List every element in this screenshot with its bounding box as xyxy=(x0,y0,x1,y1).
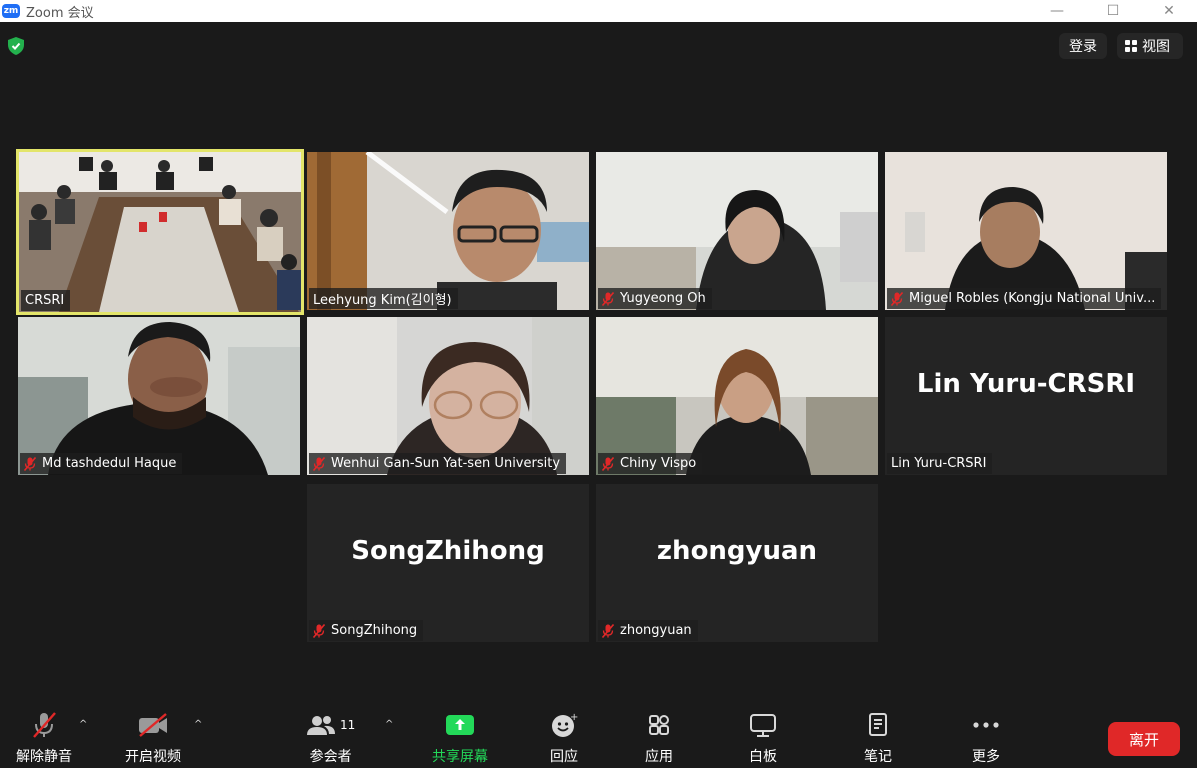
participant-display-name: Lin Yuru-CRSRI xyxy=(916,369,1136,399)
participant-name: Miguel Robles (Kongju National Univ... xyxy=(909,291,1156,306)
microphone-muted-icon xyxy=(33,712,56,738)
minimize-button[interactable]: — xyxy=(1029,0,1085,22)
maximize-button[interactable]: ☐ xyxy=(1085,0,1141,22)
security-shield-icon[interactable] xyxy=(8,37,24,55)
notes-label: 笔记 xyxy=(864,749,892,765)
video-camera-off-icon xyxy=(139,713,167,737)
video-options-caret[interactable]: ^ xyxy=(194,719,204,730)
share-screen-label: 共享屏幕 xyxy=(432,749,488,765)
share-screen-icon xyxy=(446,715,474,735)
reactions-button[interactable]: + 回应 xyxy=(550,710,578,766)
participant-name-plate: Yugyeong Oh xyxy=(598,288,712,309)
mic-muted-icon xyxy=(891,291,903,306)
participant-name: Chiny Vispo xyxy=(620,456,697,471)
mic-muted-icon xyxy=(602,623,614,638)
participant-name-plate: zhongyuan xyxy=(598,620,698,641)
participant-name-plate: Lin Yuru-CRSRI xyxy=(887,453,993,474)
video-tile-wenhui-gan[interactable]: Wenhui Gan-Sun Yat-sen University xyxy=(307,317,589,475)
meeting-toolbar: 解除静音 ^ 开启视频 ^ 11 参会者 ^ 共享屏幕 + 回应 应用 白板 笔… xyxy=(0,702,1197,768)
notes-icon xyxy=(869,713,887,736)
participant-name-plate: Wenhui Gan-Sun Yat-sen University xyxy=(309,453,567,474)
participant-video xyxy=(596,152,878,310)
video-tile-yugyeong-oh[interactable]: Yugyeong Oh xyxy=(596,152,878,310)
participant-name: zhongyuan xyxy=(620,623,692,638)
reactions-label: 回应 xyxy=(550,749,578,765)
audio-options-caret[interactable]: ^ xyxy=(79,719,89,730)
participant-name-plate: Miguel Robles (Kongju National Univ... xyxy=(887,288,1162,309)
participants-icon xyxy=(307,716,335,735)
grid-view-icon xyxy=(1125,40,1137,52)
view-button[interactable]: 视图 xyxy=(1117,33,1183,59)
more-button[interactable]: 更多 xyxy=(972,710,1000,766)
mic-muted-icon xyxy=(24,456,36,471)
participants-button[interactable]: 11 参会者 xyxy=(306,710,355,766)
participant-display-name: SongZhihong xyxy=(351,536,545,566)
participants-options-caret[interactable]: ^ xyxy=(385,719,395,730)
unmute-label: 解除静音 xyxy=(16,749,72,765)
apps-label: 应用 xyxy=(645,749,673,765)
leave-button[interactable]: 离开 xyxy=(1108,722,1180,756)
video-tile-songzhihong[interactable]: SongZhihong SongZhihong xyxy=(307,484,589,642)
participant-name: Wenhui Gan-Sun Yat-sen University xyxy=(331,456,561,471)
video-tile-leehyung-kim[interactable]: Leehyung Kim(김이형) xyxy=(307,152,589,310)
video-tile-md-tashdedul-haque[interactable]: Md tashdedul Haque xyxy=(18,317,300,475)
apps-button[interactable]: 应用 xyxy=(645,710,673,766)
participant-name: SongZhihong xyxy=(331,623,418,638)
participant-video xyxy=(307,317,589,475)
unmute-button[interactable]: 解除静音 xyxy=(16,710,72,766)
close-button[interactable]: ✕ xyxy=(1141,0,1197,22)
apps-icon xyxy=(649,715,669,735)
whiteboard-button[interactable]: 白板 xyxy=(749,710,777,766)
participant-name: Md tashdedul Haque xyxy=(42,456,177,471)
participants-label: 参会者 xyxy=(309,749,352,765)
mic-muted-icon xyxy=(313,456,325,471)
conference-room-video xyxy=(19,152,301,312)
participant-video xyxy=(18,317,300,475)
title-bar: zm Zoom 会议 — ☐ ✕ xyxy=(0,0,1197,22)
video-tile-chiny-vispo[interactable]: Chiny Vispo xyxy=(596,317,878,475)
view-label: 视图 xyxy=(1142,39,1170,55)
participant-name: Lin Yuru-CRSRI xyxy=(891,456,987,471)
participant-name-plate: Md tashdedul Haque xyxy=(20,453,183,474)
whiteboard-label: 白板 xyxy=(749,749,777,765)
participant-name: Leehyung Kim(김이형) xyxy=(313,293,452,308)
video-tile-zhongyuan[interactable]: zhongyuan zhongyuan xyxy=(596,484,878,642)
participant-name-plate: Chiny Vispo xyxy=(598,453,703,474)
start-video-button[interactable]: 开启视频 xyxy=(125,710,181,766)
more-dots-icon xyxy=(973,722,999,728)
participant-video xyxy=(885,152,1167,310)
more-label: 更多 xyxy=(972,749,1000,765)
participant-name-plate: Leehyung Kim(김이형) xyxy=(309,288,458,309)
participant-name: CRSRI xyxy=(25,293,65,308)
notes-button[interactable]: 笔记 xyxy=(864,710,892,766)
video-tile-miguel-robles[interactable]: Miguel Robles (Kongju National Univ... xyxy=(885,152,1167,310)
video-tile-crsri[interactable]: CRSRI xyxy=(16,149,304,315)
window-controls: — ☐ ✕ xyxy=(1029,0,1197,22)
start-video-label: 开启视频 xyxy=(125,749,181,765)
mic-muted-icon xyxy=(602,456,614,471)
mic-muted-icon xyxy=(602,291,614,306)
participant-display-name: zhongyuan xyxy=(656,536,818,566)
participant-name-plate: CRSRI xyxy=(21,290,71,311)
participant-video xyxy=(596,317,878,475)
svg-text:+: + xyxy=(570,712,578,723)
video-tile-lin-yuru[interactable]: Lin Yuru-CRSRI Lin Yuru-CRSRI xyxy=(885,317,1167,475)
meeting-area: 登录 视图 CRSRI Leehyung Kim(김이형) Yugyeong O… xyxy=(0,22,1197,702)
smiley-add-icon: + xyxy=(552,712,578,737)
participant-name: Yugyeong Oh xyxy=(620,291,706,306)
window-title: Zoom 会议 xyxy=(26,5,94,21)
share-screen-button[interactable]: 共享屏幕 xyxy=(432,710,488,766)
mic-muted-icon xyxy=(313,623,325,638)
participants-count: 11 xyxy=(340,718,356,732)
participant-video xyxy=(307,152,589,310)
zoom-app-icon: zm xyxy=(2,4,20,18)
login-button[interactable]: 登录 xyxy=(1059,33,1107,59)
participant-name-plate: SongZhihong xyxy=(309,620,424,641)
whiteboard-icon xyxy=(750,714,776,737)
